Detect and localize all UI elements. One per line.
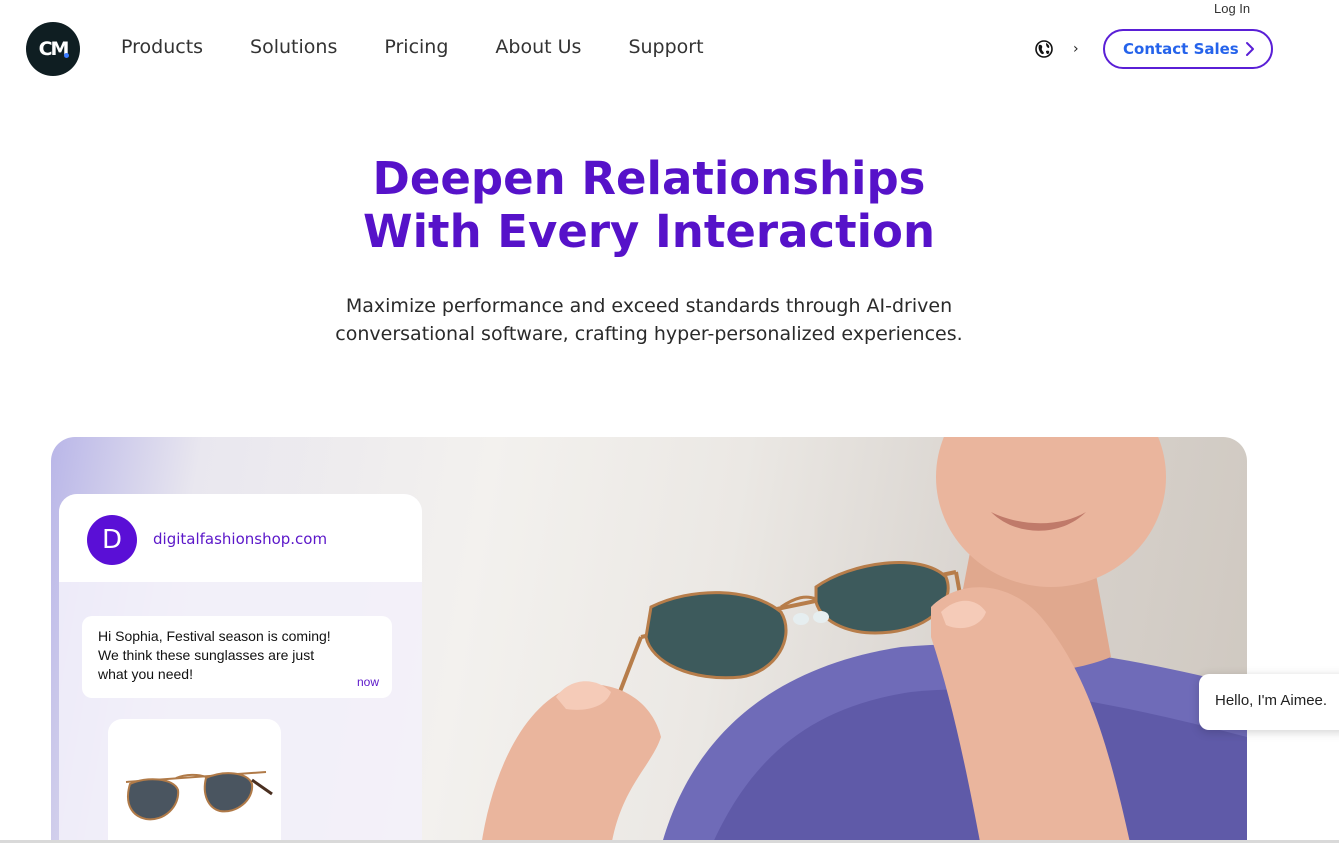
login-link[interactable]: Log In [1214, 1, 1250, 16]
hero-subtitle-line1: Maximize performance and exceed standard… [345, 295, 953, 317]
message-timestamp: now [356, 675, 379, 689]
sender-domain: digitalfashionshop.com [153, 530, 328, 548]
sunglasses-product-image [125, 771, 273, 821]
hero-title-line2: With Every Interaction [363, 205, 935, 258]
logo-dot [64, 53, 69, 58]
message-line-3: what you need! [98, 666, 193, 682]
contact-sales-button[interactable]: Contact Sales [1103, 29, 1273, 69]
sender-avatar: D [87, 515, 137, 565]
hero-media: D digitalfashionshop.com Hi Sophia, Fest… [51, 437, 1247, 843]
chat-card: D digitalfashionshop.com Hi Sophia, Fest… [59, 494, 422, 843]
chat-header: D digitalfashionshop.com [59, 494, 422, 582]
contact-sales-label: Contact Sales [1123, 40, 1239, 58]
chat-message-bubble: Hi Sophia, Festival season is coming! We… [82, 616, 392, 698]
logo-text: CM [38, 38, 70, 60]
nav-item-pricing[interactable]: Pricing [384, 36, 448, 58]
chat-assistant-teaser[interactable]: Hello, I'm Aimee. [1199, 674, 1339, 730]
logo-icon[interactable]: CM [26, 22, 80, 76]
nav-item-about-us[interactable]: About Us [495, 36, 581, 58]
product-card [108, 719, 281, 843]
main-nav: Products Solutions Pricing About Us Supp… [121, 36, 751, 58]
language-chevron-icon[interactable]: › [1073, 41, 1079, 57]
nav-item-support[interactable]: Support [628, 36, 703, 58]
nav-item-solutions[interactable]: Solutions [250, 36, 337, 58]
chevron-right-icon [1246, 42, 1254, 56]
message-line-2: We think these sunglasses are just [98, 647, 315, 663]
hero-subtitle: Maximize performance and exceed standard… [0, 292, 1298, 348]
hero-subtitle-line2: conversational software, crafting hyper-… [335, 323, 963, 345]
hero-title: Deepen Relationships With Every Interact… [0, 152, 1298, 258]
globe-icon[interactable] [1035, 40, 1053, 58]
message-line-1: Hi Sophia, Festival season is coming! [98, 628, 331, 644]
nav-item-products[interactable]: Products [121, 36, 203, 58]
hero-title-line1: Deepen Relationships [372, 152, 926, 205]
